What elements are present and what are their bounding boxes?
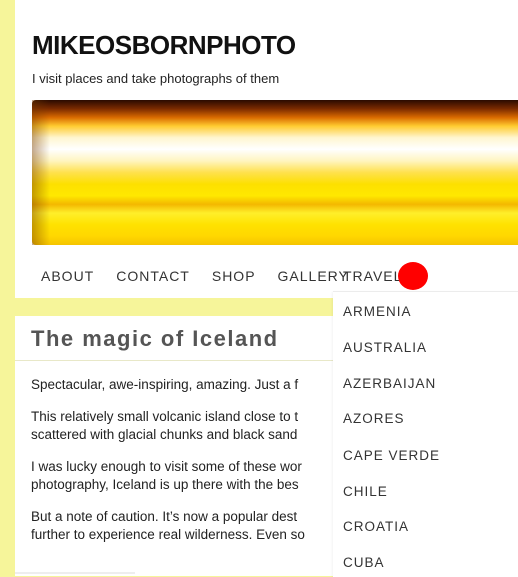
post-line: Spectacular, awe-inspiring, amazing. Jus…	[31, 377, 299, 392]
header-banner-image	[32, 100, 518, 245]
main-nav: ABOUT CONTACT SHOP GALLERY	[41, 268, 371, 284]
dropdown-item-armenia[interactable]: ARMENIA	[343, 304, 412, 319]
travel-dropdown-menu: ARMENIA AUSTRALIA AZERBAIJAN AZORES CAPE…	[333, 291, 518, 577]
dropdown-item-croatia[interactable]: CROATIA	[343, 519, 409, 534]
site-tagline: I visit places and take photographs of t…	[32, 71, 280, 86]
dropdown-item-cuba[interactable]: CUBA	[343, 555, 385, 570]
post-line: But a note of caution. It’s now a popula…	[31, 509, 298, 524]
post-line: I was lucky enough to visit some of thes…	[31, 459, 302, 474]
divider	[15, 572, 135, 574]
dropdown-item-cape-verde[interactable]: CAPE VERDE	[343, 448, 440, 463]
post-line: This relatively small volcanic island cl…	[31, 409, 299, 424]
post-line: photography, Iceland is up there with th…	[31, 477, 299, 492]
post-line: scattered with glacial chunks and black …	[31, 427, 298, 442]
pointer-marker-dot	[398, 262, 428, 290]
post-line: further to experience real wilderness. E…	[31, 527, 305, 542]
site-title[interactable]: MIKEOSBORNPHOTO	[32, 30, 296, 61]
dropdown-item-australia[interactable]: AUSTRALIA	[343, 340, 427, 355]
dropdown-item-azores[interactable]: AZORES	[343, 411, 405, 426]
dropdown-item-chile[interactable]: CHILE	[343, 484, 388, 499]
dropdown-item-azerbaijan[interactable]: AZERBAIJAN	[343, 376, 436, 391]
nav-item-contact[interactable]: CONTACT	[116, 268, 190, 284]
post-title[interactable]: The magic of Iceland	[31, 326, 279, 352]
nav-item-travel[interactable]: TRAVEL	[343, 268, 402, 284]
nav-item-gallery[interactable]: GALLERY	[278, 268, 349, 284]
nav-item-shop[interactable]: SHOP	[212, 268, 256, 284]
nav-divider	[15, 298, 335, 316]
nav-item-about[interactable]: ABOUT	[41, 268, 94, 284]
